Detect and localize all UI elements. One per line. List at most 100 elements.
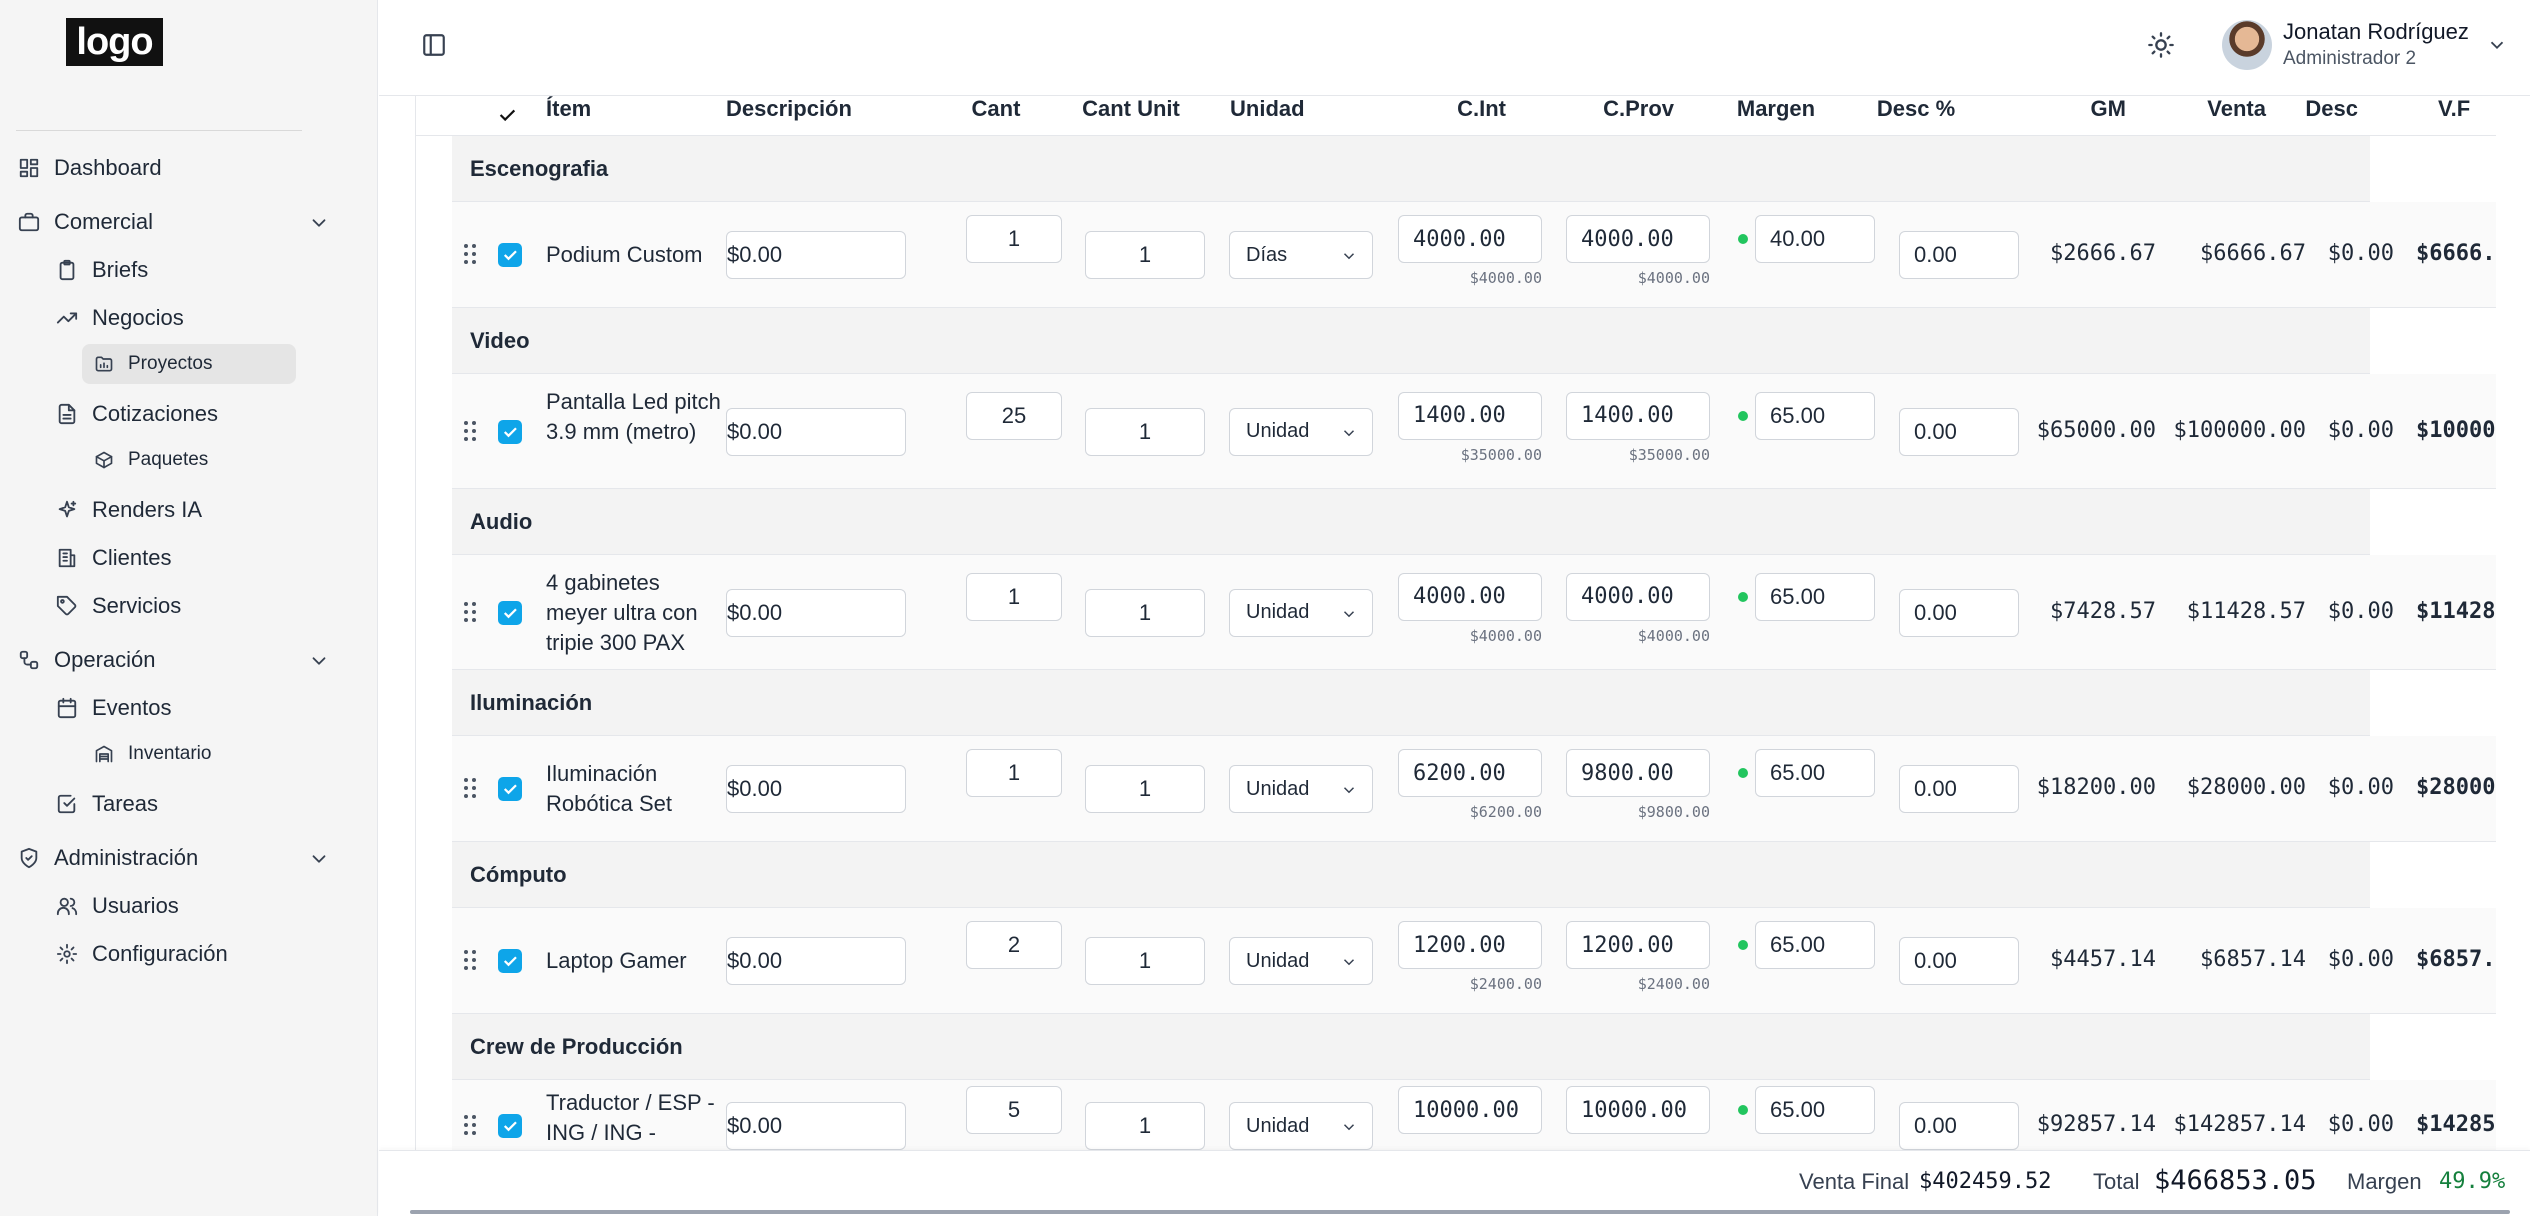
row-checkbox[interactable]	[498, 949, 522, 973]
col-unidad[interactable]: Unidad	[1230, 96, 1305, 136]
sidebar-item-paquetes[interactable]: Paquetes	[94, 440, 208, 480]
discount-percent-input[interactable]: 0.00	[1899, 765, 2019, 813]
col-c-int[interactable]: C.Int	[1426, 96, 1506, 136]
row-checkbox[interactable]	[498, 777, 522, 801]
quantity-input[interactable]: 5	[966, 1086, 1062, 1134]
discount-percent-input[interactable]: 0.00	[1899, 407, 2019, 456]
sidebar-item-configuracion[interactable]: Configuración	[56, 934, 228, 974]
unit-select[interactable]: Unidad	[1229, 588, 1373, 637]
quantity-input[interactable]: 2	[966, 921, 1062, 969]
check-icon[interactable]	[496, 104, 518, 126]
drag-handle-icon[interactable]	[464, 244, 478, 266]
margin-input[interactable]: 65.00	[1755, 391, 1875, 440]
col-gm[interactable]: GM	[2046, 96, 2126, 136]
col-margen[interactable]: Margen	[1716, 96, 1836, 136]
sidebar-item-renders-ia[interactable]: Renders IA	[56, 490, 202, 530]
avatar[interactable]	[2222, 20, 2272, 70]
sidebar-item-usuarios[interactable]: Usuarios	[56, 886, 179, 926]
drag-handle-icon[interactable]	[464, 950, 478, 972]
chevron-down-icon[interactable]	[308, 848, 330, 870]
col-cant[interactable]: Cant	[946, 96, 1046, 136]
sidebar-item-clientes[interactable]: Clientes	[56, 538, 171, 578]
unit-select[interactable]: Unidad	[1229, 407, 1373, 456]
col-vf[interactable]: V.F	[2438, 96, 2478, 136]
provider-cost-input[interactable]: 4000.00	[1566, 215, 1710, 263]
sun-icon[interactable]	[2147, 31, 2175, 59]
sidebar-item-tareas[interactable]: Tareas	[56, 784, 158, 824]
internal-cost-input[interactable]: 1200.00	[1398, 921, 1542, 969]
description-input[interactable]: $0.00	[726, 1102, 906, 1150]
chevron-down-icon[interactable]	[2486, 34, 2508, 56]
internal-cost-input[interactable]: 4000.00	[1398, 215, 1542, 263]
chevron-down-icon[interactable]	[308, 212, 330, 234]
description-input[interactable]: $0.00	[726, 765, 906, 813]
discount-percent-input[interactable]: 0.00	[1899, 1102, 2019, 1150]
unit-select[interactable]: Unidad	[1229, 1102, 1373, 1150]
unit-select[interactable]: Unidad	[1229, 937, 1373, 985]
description-input[interactable]: $0.00	[726, 407, 906, 456]
margin-input[interactable]: 65.00	[1755, 1086, 1875, 1134]
quantity-input[interactable]: 25	[966, 391, 1062, 440]
user-name[interactable]: Jonatan Rodríguez	[2283, 19, 2469, 45]
drag-handle-icon[interactable]	[464, 778, 478, 800]
sidebar-item-comercial[interactable]: Comercial	[18, 202, 358, 242]
sidebar-toggle-icon[interactable]	[421, 32, 447, 58]
drag-handle-icon[interactable]	[464, 1115, 478, 1137]
drag-handle-icon[interactable]	[464, 601, 478, 624]
quantity-input[interactable]: 1	[966, 572, 1062, 621]
sidebar-item-operacion[interactable]: Operación	[18, 640, 358, 680]
margin-input[interactable]: 65.00	[1755, 749, 1875, 797]
unit-select[interactable]: Unidad	[1229, 765, 1373, 813]
unit-select[interactable]: Días	[1229, 231, 1373, 279]
col-venta[interactable]: Venta	[2176, 96, 2266, 136]
row-checkbox[interactable]	[498, 600, 522, 625]
discount-percent-input[interactable]: 0.00	[1899, 937, 2019, 985]
internal-cost-input[interactable]: 10000.00	[1398, 1086, 1542, 1134]
sidebar-item-proyectos[interactable]: Proyectos	[82, 344, 296, 384]
quantity-input[interactable]: 1	[966, 749, 1062, 797]
sidebar-item-servicios[interactable]: Servicios	[56, 586, 181, 626]
col-item[interactable]: Ítem	[546, 96, 591, 136]
row-checkbox[interactable]	[498, 243, 522, 267]
quantity-input[interactable]: 1	[966, 215, 1062, 263]
description-input[interactable]: $0.00	[726, 937, 906, 985]
internal-cost-input[interactable]: 1400.00	[1398, 391, 1542, 440]
col-c-prov[interactable]: C.Prov	[1586, 96, 1674, 136]
unit-quantity-input[interactable]: 1	[1085, 937, 1205, 985]
provider-cost-input[interactable]: 9800.00	[1566, 749, 1710, 797]
unit-quantity-input[interactable]: 1	[1085, 588, 1205, 637]
discount-percent-input[interactable]: 0.00	[1899, 588, 2019, 637]
provider-cost-input[interactable]: 4000.00	[1566, 572, 1710, 621]
unit-quantity-input[interactable]: 1	[1085, 1102, 1205, 1150]
internal-cost-input[interactable]: 6200.00	[1398, 749, 1542, 797]
drag-handle-icon[interactable]	[464, 420, 478, 443]
col-descripcion[interactable]: Descripción	[726, 96, 852, 136]
description-input[interactable]: $0.00	[726, 588, 906, 637]
provider-cost-input[interactable]: 1200.00	[1566, 921, 1710, 969]
sidebar-item-eventos[interactable]: Eventos	[56, 688, 172, 728]
unit-quantity-input[interactable]: 1	[1085, 231, 1205, 279]
horizontal-scrollbar[interactable]	[410, 1210, 2510, 1214]
margin-input[interactable]: 40.00	[1755, 215, 1875, 263]
sidebar-item-administracion[interactable]: Administración	[18, 838, 358, 878]
sidebar-item-negocios[interactable]: Negocios	[56, 298, 184, 338]
chevron-down-icon[interactable]	[308, 650, 330, 672]
col-cant-unit[interactable]: Cant Unit	[1056, 96, 1206, 136]
unit-quantity-input[interactable]: 1	[1085, 765, 1205, 813]
description-input[interactable]: $0.00	[726, 231, 906, 279]
sidebar-item-briefs[interactable]: Briefs	[56, 250, 148, 290]
sidebar-item-dashboard[interactable]: Dashboard	[18, 148, 162, 188]
provider-cost-input[interactable]: 10000.00	[1566, 1086, 1710, 1134]
col-desc[interactable]: Desc	[2286, 96, 2358, 136]
sidebar-item-cotizaciones[interactable]: Cotizaciones	[56, 394, 218, 434]
provider-cost-input[interactable]: 1400.00	[1566, 391, 1710, 440]
col-desc-pct[interactable]: Desc %	[1856, 96, 1976, 136]
row-checkbox[interactable]	[498, 1114, 522, 1138]
sidebar-item-inventario[interactable]: Inventario	[94, 734, 211, 774]
internal-cost-input[interactable]: 4000.00	[1398, 572, 1542, 621]
discount-percent-input[interactable]: 0.00	[1899, 231, 2019, 279]
row-checkbox[interactable]	[498, 419, 522, 444]
margin-input[interactable]: 65.00	[1755, 572, 1875, 621]
margin-input[interactable]: 65.00	[1755, 921, 1875, 969]
unit-quantity-input[interactable]: 1	[1085, 407, 1205, 456]
